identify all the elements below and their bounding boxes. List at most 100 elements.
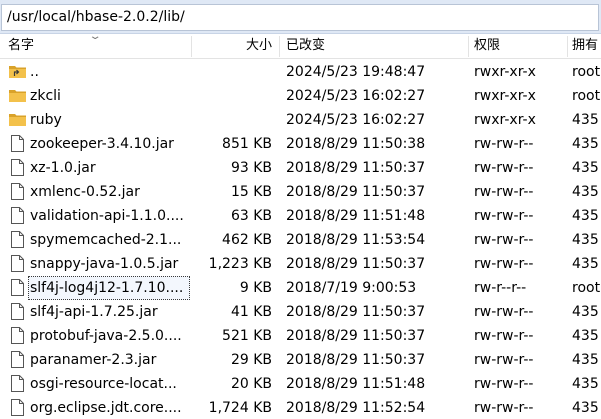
file-size: 29 KB bbox=[230, 352, 272, 368]
file-owner: 435 bbox=[572, 184, 599, 200]
file-name: protobuf-java-2.5.0.... bbox=[30, 328, 182, 344]
file-row[interactable]: paranamer-2.3.jar 29 KB 2018/8/29 11:50:37… bbox=[0, 348, 601, 372]
folder-icon bbox=[8, 111, 27, 128]
file-name: paranamer-2.3.jar bbox=[30, 352, 157, 368]
file-modified: 2018/8/29 11:50:37 bbox=[286, 328, 426, 344]
file-size: 63 KB bbox=[230, 208, 272, 224]
file-icon bbox=[8, 375, 27, 392]
file-permissions: rw-rw-r-- bbox=[474, 208, 534, 224]
folder-row[interactable]: ruby 2024/5/23 16:02:27 rwxr-xr-x 435 bbox=[0, 108, 601, 132]
file-row[interactable]: slf4j-log4j12-1.7.10.... 9 KB 2018/7/19 9:… bbox=[0, 276, 601, 300]
file-permissions: rw-rw-r-- bbox=[474, 136, 534, 152]
sort-descending-icon: ⌄ bbox=[88, 31, 102, 42]
file-name: xz-1.0.jar bbox=[30, 160, 96, 176]
file-permissions: rw-rw-r-- bbox=[474, 328, 534, 344]
file-modified: 2018/8/29 11:52:54 bbox=[286, 400, 426, 416]
file-permissions: rw-rw-r-- bbox=[474, 232, 534, 248]
file-name: ruby bbox=[30, 112, 62, 128]
file-permissions: rwxr-xr-x bbox=[474, 88, 536, 104]
file-modified: 2018/8/29 11:51:48 bbox=[286, 208, 426, 224]
file-permissions: rw-rw-r-- bbox=[474, 352, 534, 368]
file-list: .. 2024/5/23 19:48:47 rwxr-xr-x root zkcli 20… bbox=[0, 60, 601, 419]
file-icon bbox=[8, 351, 27, 368]
file-icon bbox=[8, 231, 27, 248]
file-size: 1,724 KB bbox=[208, 400, 272, 416]
file-modified: 2018/8/29 11:50:38 bbox=[286, 136, 426, 152]
file-owner: 435 bbox=[572, 112, 599, 128]
file-modified: 2018/8/29 11:51:48 bbox=[286, 376, 426, 392]
column-owner[interactable]: 拥有 bbox=[572, 34, 601, 58]
file-row[interactable]: xz-1.0.jar 93 KB 2018/8/29 11:50:37 rw-rw-r… bbox=[0, 156, 601, 180]
file-size bbox=[195, 60, 272, 84]
file-icon bbox=[8, 399, 27, 416]
column-divider[interactable] bbox=[468, 36, 469, 57]
file-owner: 435 bbox=[572, 376, 599, 392]
file-owner: 435 bbox=[572, 400, 599, 416]
file-name: zookeeper-3.4.10.jar bbox=[30, 136, 174, 152]
folder-row[interactable]: zkcli 2024/5/23 16:02:27 rwxr-xr-x root bbox=[0, 84, 601, 108]
file-row[interactable]: snappy-java-1.0.5.jar 1,223 KB 2018/8/29 1… bbox=[0, 252, 601, 276]
file-owner: 435 bbox=[572, 136, 599, 152]
file-owner: 435 bbox=[572, 232, 599, 248]
column-header: 名字 ⌄ 大小 已改变 权限 拥有 bbox=[0, 31, 601, 59]
file-owner: root bbox=[572, 280, 601, 296]
file-modified: 2024/5/23 16:02:27 bbox=[286, 112, 426, 128]
file-owner: 435 bbox=[572, 352, 599, 368]
column-divider[interactable] bbox=[191, 36, 192, 57]
file-size: 15 KB bbox=[230, 184, 272, 200]
file-name: org.eclipse.jdt.core.... bbox=[30, 400, 182, 416]
file-permissions: rwxr-xr-x bbox=[474, 64, 536, 80]
file-icon bbox=[8, 207, 27, 224]
path-bar: /usr/local/hbase-2.0.2/lib/ bbox=[0, 0, 601, 34]
file-row[interactable]: zookeeper-3.4.10.jar 851 KB 2018/8/29 11:5… bbox=[0, 132, 601, 156]
parent-directory-row[interactable]: .. 2024/5/23 19:48:47 rwxr-xr-x root bbox=[0, 60, 601, 84]
file-size bbox=[195, 108, 272, 132]
column-divider[interactable] bbox=[279, 36, 280, 57]
column-permissions[interactable]: 权限 bbox=[474, 34, 564, 58]
file-row[interactable]: xmlenc-0.52.jar 15 KB 2018/8/29 11:50:37 rw… bbox=[0, 180, 601, 204]
column-divider[interactable] bbox=[567, 36, 568, 57]
file-size: 1,223 KB bbox=[208, 256, 272, 272]
file-permissions: rw-rw-r-- bbox=[474, 184, 534, 200]
file-icon bbox=[8, 183, 27, 200]
file-name: xmlenc-0.52.jar bbox=[30, 184, 140, 200]
file-size: 851 KB bbox=[222, 136, 272, 152]
file-owner: root bbox=[572, 88, 601, 104]
file-size: 521 KB bbox=[222, 328, 272, 344]
file-row[interactable]: protobuf-java-2.5.0.... 521 KB 2018/8/29 1… bbox=[0, 324, 601, 348]
file-owner: root bbox=[572, 64, 601, 80]
file-owner: 435 bbox=[572, 328, 599, 344]
file-modified: 2018/8/29 11:50:37 bbox=[286, 352, 426, 368]
file-icon bbox=[8, 279, 27, 296]
file-modified: 2018/8/29 11:50:37 bbox=[286, 304, 426, 320]
file-owner: 435 bbox=[572, 208, 599, 224]
file-modified: 2024/5/23 16:02:27 bbox=[286, 88, 426, 104]
file-icon bbox=[8, 159, 27, 176]
file-size: 462 KB bbox=[222, 232, 272, 248]
file-modified: 2018/7/19 9:00:53 bbox=[286, 280, 417, 296]
file-owner: 435 bbox=[572, 160, 599, 176]
file-name: zkcli bbox=[30, 88, 61, 104]
parent-folder-icon bbox=[8, 63, 27, 80]
file-name: osgi-resource-locat... bbox=[30, 376, 177, 392]
file-icon bbox=[8, 255, 27, 272]
file-row[interactable]: spymemcached-2.1... 462 KB 2018/8/29 11:53… bbox=[0, 228, 601, 252]
file-icon bbox=[8, 135, 27, 152]
column-modified[interactable]: 已改变 bbox=[286, 34, 466, 58]
file-row[interactable]: slf4j-api-1.7.25.jar 41 KB 2018/8/29 11:50… bbox=[0, 300, 601, 324]
file-modified: 2024/5/23 19:48:47 bbox=[286, 64, 426, 80]
file-permissions: rw-rw-r-- bbox=[474, 400, 534, 416]
file-modified: 2018/8/29 11:50:37 bbox=[286, 160, 426, 176]
path-input[interactable]: /usr/local/hbase-2.0.2/lib/ bbox=[1, 4, 599, 31]
file-row[interactable]: osgi-resource-locat... 20 KB 2018/8/29 11:… bbox=[0, 372, 601, 396]
file-name: snappy-java-1.0.5.jar bbox=[30, 256, 179, 272]
file-row[interactable]: org.eclipse.jdt.core.... 1,724 KB 2018/8/2… bbox=[0, 396, 601, 419]
file-owner: 435 bbox=[572, 256, 599, 272]
file-name: validation-api-1.1.0.... bbox=[30, 208, 184, 224]
file-size: 20 KB bbox=[230, 376, 272, 392]
file-row[interactable]: validation-api-1.1.0.... 63 KB 2018/8/29 1… bbox=[0, 204, 601, 228]
file-size bbox=[195, 84, 272, 108]
file-permissions: rw-rw-r-- bbox=[474, 256, 534, 272]
file-permissions: rw-r--r-- bbox=[474, 280, 527, 296]
column-size[interactable]: 大小 bbox=[195, 34, 272, 58]
